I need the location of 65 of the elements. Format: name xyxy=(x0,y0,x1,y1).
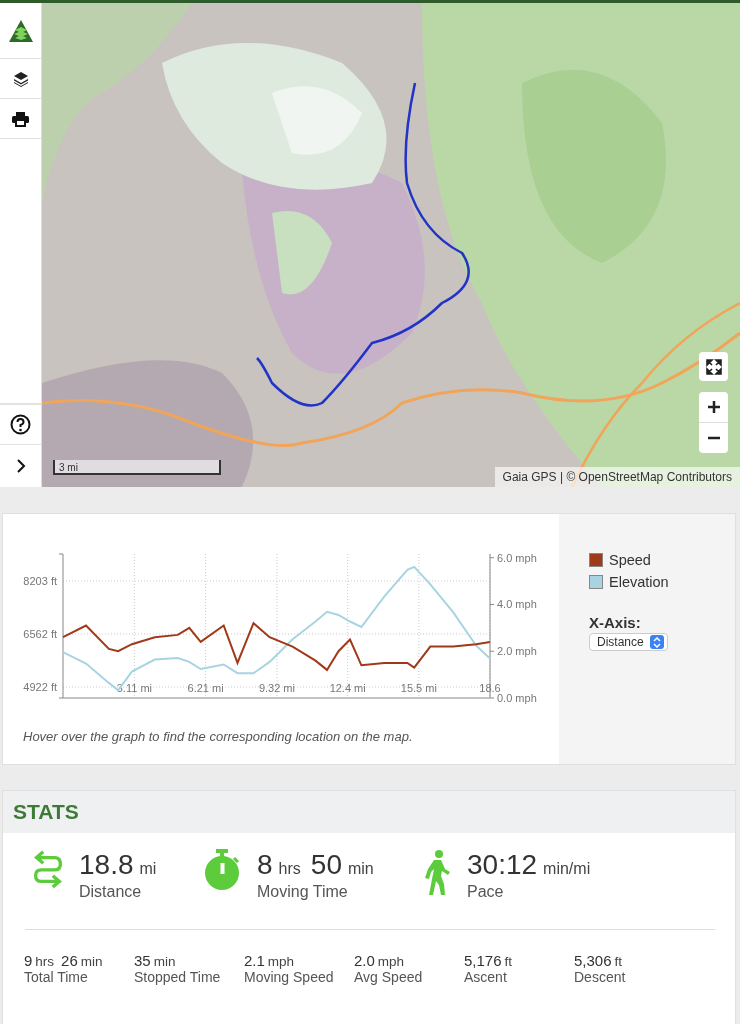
stat-label: Moving Speed xyxy=(244,969,335,985)
axis-label: 4.0 mph xyxy=(497,598,537,611)
stat-label: Distance xyxy=(79,883,143,901)
stat-unit: min xyxy=(153,954,176,969)
stat-label: Total Time xyxy=(24,969,89,985)
stat-label: Descent xyxy=(574,969,627,985)
axis-label: 15.5 mi xyxy=(400,682,437,694)
axis-label: 0.0 mph xyxy=(497,692,537,704)
minus-icon xyxy=(706,436,721,440)
help-icon xyxy=(10,414,31,435)
stat-unit: hrs xyxy=(278,860,301,878)
layers-icon xyxy=(12,70,29,87)
axis-label: 4922 ft xyxy=(23,681,57,693)
legend-label: Speed xyxy=(609,552,651,568)
axis-label: 12.4 mi xyxy=(329,682,366,694)
scale-bar: 3 mi xyxy=(53,460,221,475)
stat-label: Ascent xyxy=(464,969,508,985)
axis-label: 2.0 mph xyxy=(497,645,537,658)
stat-label: Avg Speed xyxy=(354,969,424,985)
axis-label: 6.21 mi xyxy=(187,682,224,694)
arrows-icon xyxy=(33,849,63,889)
stat-unit: ft xyxy=(614,954,623,969)
stat-value: 18.8 xyxy=(79,849,134,881)
plus-icon xyxy=(706,400,721,414)
stat-unit: min xyxy=(347,860,374,878)
help-button[interactable] xyxy=(0,404,41,445)
walking-person-icon xyxy=(423,849,451,895)
axis-label: 9.32 mi xyxy=(258,682,295,694)
legend-label: Elevation xyxy=(609,574,669,590)
axis-label: 18.6 xyxy=(479,682,501,694)
stat-value: 2.0 xyxy=(354,952,375,969)
stat-unit: ft xyxy=(504,954,513,969)
chevron-right-icon xyxy=(15,458,26,474)
stat-unit: min xyxy=(80,954,103,969)
stat-value: 35 xyxy=(134,952,151,969)
stat-label: Stopped Time xyxy=(134,969,222,985)
stat-value: 30:12 xyxy=(467,849,538,881)
stat-unit: mph xyxy=(377,954,405,969)
stat-unit: mph xyxy=(267,954,295,969)
x-axis-label: X-Axis: xyxy=(589,614,642,631)
logo-icon xyxy=(7,18,34,43)
fullscreen-icon xyxy=(705,358,722,375)
map-attribution: Gaia GPS | © OpenStreetMap Contributors xyxy=(494,467,740,487)
stat-value: 5,306 xyxy=(574,952,612,969)
stat-unit: mi xyxy=(139,860,157,878)
stat-value: 8 xyxy=(257,849,273,881)
x-axis-select[interactable]: Distance xyxy=(589,633,668,651)
stat-unit: hrs xyxy=(35,954,55,969)
stat-value: 2.1 xyxy=(244,952,265,969)
stat-value: 26 xyxy=(61,952,78,969)
stat-value: 5,176 xyxy=(464,952,502,969)
fullscreen-button[interactable] xyxy=(699,352,728,381)
print-icon xyxy=(12,110,29,127)
stopwatch-icon xyxy=(203,849,241,891)
stat-value: 9 xyxy=(24,952,33,969)
stat-value: 50 xyxy=(310,849,342,881)
stat-label: Pace xyxy=(467,883,505,901)
stat-label: Moving Time xyxy=(257,883,349,901)
stat-unit: min/mi xyxy=(543,860,591,878)
chart-caption: Hover over the graph to find the corresponding location on the map. xyxy=(23,729,414,744)
updown-icon xyxy=(652,636,661,648)
axis-label: 8203 ft xyxy=(23,575,57,587)
axis-label: 6562 ft xyxy=(23,628,57,640)
axis-label: 6.0 mph xyxy=(497,551,537,564)
stats-title: STATS xyxy=(13,800,79,824)
